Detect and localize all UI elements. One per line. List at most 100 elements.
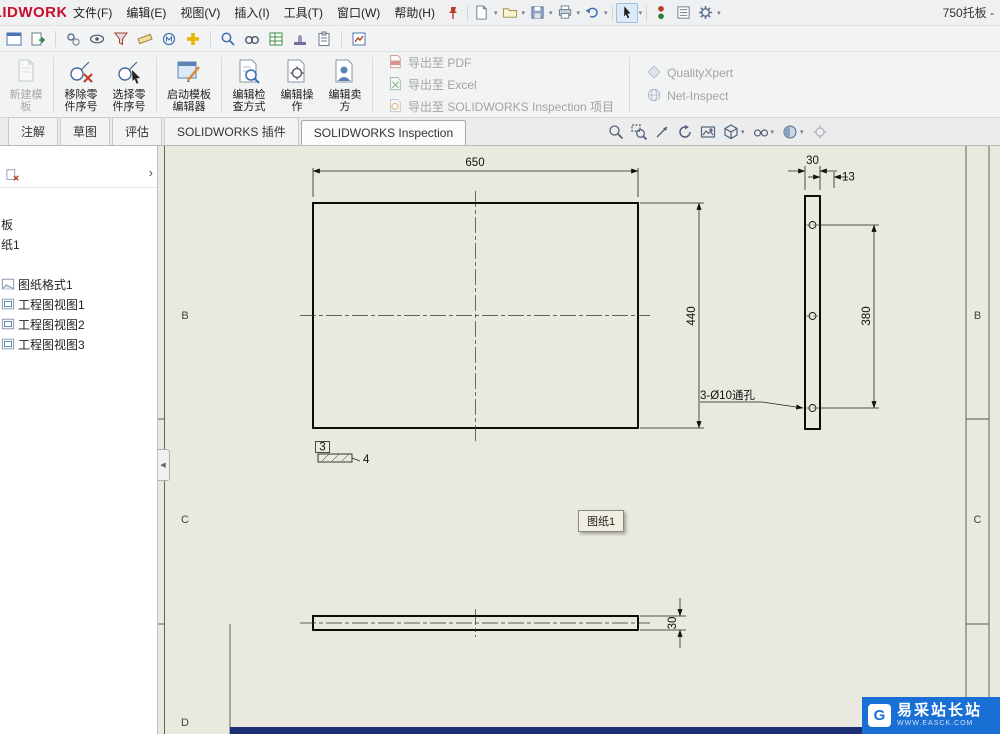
balloon-m-icon[interactable] (159, 29, 179, 49)
select-cursor-button[interactable] (615, 2, 638, 23)
edit-appearance-ball-icon[interactable]: ▾ (782, 124, 805, 140)
expand-panel-button[interactable]: › (149, 166, 153, 180)
document-title: 750托板 - (942, 6, 994, 20)
previous-view-icon[interactable] (654, 124, 670, 140)
export-table-icon[interactable] (266, 29, 286, 49)
menu-file[interactable]: 文件(F) (66, 0, 119, 25)
inspection-project-icon (388, 98, 402, 116)
export-excel-button[interactable]: 导出至 Excel (388, 76, 614, 94)
stamp-icon[interactable] (290, 29, 310, 49)
collapsed-panel-tab[interactable]: ◀ (158, 449, 170, 481)
task-list-icon[interactable] (672, 3, 694, 23)
project-window-icon[interactable] (4, 29, 24, 49)
filter-funnel-icon[interactable] (111, 29, 131, 49)
zoom-icon[interactable] (218, 29, 238, 49)
display-style-icon[interactable]: ▾ (723, 124, 746, 140)
view-settings-icon[interactable] (812, 124, 828, 140)
new-template-button[interactable]: 新建模 板 (2, 54, 50, 115)
status-indicator-icon[interactable] (650, 3, 672, 23)
report-icon[interactable] (349, 29, 369, 49)
graphics-area[interactable]: B C D B C 650 440 3 4 30 13 380 3-Ø10通孔 … (158, 146, 1000, 734)
save-button[interactable] (526, 3, 548, 23)
dim-text-3[interactable]: 3 (319, 442, 325, 454)
dim-text-650[interactable]: 650 (465, 157, 484, 169)
qualityxpert-button[interactable]: QualityXpert (647, 64, 733, 82)
remove-balloon-button[interactable]: 移除零 件序号 (57, 54, 105, 115)
menu-help[interactable]: 帮助(H) (387, 0, 442, 25)
clipboard-icon[interactable] (314, 29, 334, 49)
feature-tree: 板 纸1 图纸格式1 工程图视图1 工程图视图2 工程图视图3 (0, 188, 157, 354)
zoom-fit-icon[interactable] (608, 124, 624, 140)
export-pdf-button[interactable]: 导出至 PDF (388, 54, 614, 72)
publish-icon[interactable] (28, 29, 48, 49)
dim-text-13[interactable]: 13 (842, 172, 855, 184)
appearance-image-icon[interactable] (700, 124, 716, 140)
menu-window[interactable]: 窗口(W) (330, 0, 387, 25)
undo-dropdown-caret[interactable]: ▾ (604, 9, 608, 17)
print-button[interactable] (554, 3, 576, 23)
edit-operation-button[interactable]: 编辑操 作 (273, 54, 321, 115)
commandmanager-tabs: 注解 草图 评估 SOLIDWORKS 插件 SOLIDWORKS Inspec… (0, 117, 1000, 146)
open-dropdown-caret[interactable]: ▾ (522, 9, 526, 17)
drawing-sheet[interactable]: B C D B C 650 440 3 4 30 13 380 3-Ø10通孔 … (158, 146, 1000, 734)
dimension-side-30[interactable] (788, 166, 837, 190)
edit-vendor-button[interactable]: 编辑卖 方 (321, 54, 369, 115)
visibility-eye-icon[interactable] (87, 29, 107, 49)
add-plus-icon[interactable] (183, 29, 203, 49)
bottom-view[interactable] (300, 609, 650, 637)
new-dropdown-caret[interactable]: ▾ (494, 9, 498, 17)
save-dropdown-caret[interactable]: ▾ (549, 9, 553, 17)
tab-solidworks-addins[interactable]: SOLIDWORKS 插件 (164, 117, 299, 145)
options-dropdown-caret[interactable]: ▾ (717, 9, 721, 17)
dim-text-4[interactable]: 4 (363, 454, 370, 466)
dim-text-side-30[interactable]: 30 (806, 155, 819, 167)
settings-gears-icon[interactable] (63, 29, 83, 49)
undo-button[interactable] (581, 3, 603, 23)
tree-item-sheet[interactable]: 纸1 (0, 234, 157, 254)
edit-inspection-method-button[interactable]: 编辑检 查方式 (225, 54, 273, 115)
launch-template-editor-button[interactable]: 启动模板 编辑器 (160, 54, 218, 115)
new-document-button[interactable] (471, 3, 493, 23)
open-button[interactable] (499, 3, 521, 23)
print-dropdown-caret[interactable]: ▾ (577, 9, 581, 17)
front-view[interactable] (300, 191, 650, 441)
tree-filter-icon[interactable] (6, 168, 20, 185)
edit-operation-icon (284, 58, 310, 87)
watermark-banner: G 易采站长站 WWW.EASCK.COM (862, 697, 1000, 734)
tree-item-drawing-view2[interactable]: 工程图视图2 (0, 314, 157, 334)
tree-item-drawing-view3[interactable]: 工程图视图3 (0, 334, 157, 354)
tree-item-root[interactable]: 板 (0, 214, 157, 234)
tree-item-drawing-view1[interactable]: 工程图视图1 (0, 294, 157, 314)
select-dropdown-caret[interactable]: ▾ (639, 9, 643, 17)
find-binoculars-icon[interactable] (242, 29, 262, 49)
pin-menu-icon[interactable] (442, 3, 464, 23)
menu-tools[interactable]: 工具(T) (277, 0, 330, 25)
zoom-to-area-icon[interactable] (631, 124, 647, 140)
side-view[interactable] (804, 195, 821, 430)
dim-text-bottom-30[interactable]: 30 (667, 617, 679, 630)
zone-letter-left-d: D (181, 717, 189, 729)
options-gear-button[interactable] (694, 3, 716, 23)
measure-ruler-icon[interactable] (135, 29, 155, 49)
tab-annotation[interactable]: 注解 (8, 117, 59, 145)
tab-sketch[interactable]: 草图 (60, 117, 111, 145)
sheet-tooltip: 图纸1 (578, 510, 625, 532)
tab-solidworks-inspection[interactable]: SOLIDWORKS Inspection (300, 120, 467, 145)
export-inspection-project-button[interactable]: 导出至 SOLIDWORKS Inspection 项目 (388, 98, 614, 116)
menu-edit[interactable]: 编辑(E) (119, 0, 173, 25)
rotate-view-icon[interactable] (677, 124, 693, 140)
select-balloon-button[interactable]: 选择零 件序号 (105, 54, 153, 115)
dim-text-440[interactable]: 440 (686, 306, 698, 325)
menu-insert[interactable]: 插入(I) (227, 0, 276, 25)
menu-view[interactable]: 视图(V) (173, 0, 227, 25)
hide-show-items-icon[interactable]: ▾ (753, 124, 776, 140)
excel-icon (388, 76, 402, 94)
dim-text-380[interactable]: 380 (861, 306, 873, 325)
tab-evaluate[interactable]: 评估 (112, 117, 163, 145)
hole-note-text[interactable]: 3-Ø10通孔 (700, 389, 755, 402)
edit-vendor-icon (332, 58, 358, 87)
hole-note-leader[interactable] (700, 401, 804, 410)
tree-item-sheet-format[interactable]: 图纸格式1 (0, 274, 157, 294)
net-inspect-button[interactable]: Net-Inspect (647, 88, 733, 105)
